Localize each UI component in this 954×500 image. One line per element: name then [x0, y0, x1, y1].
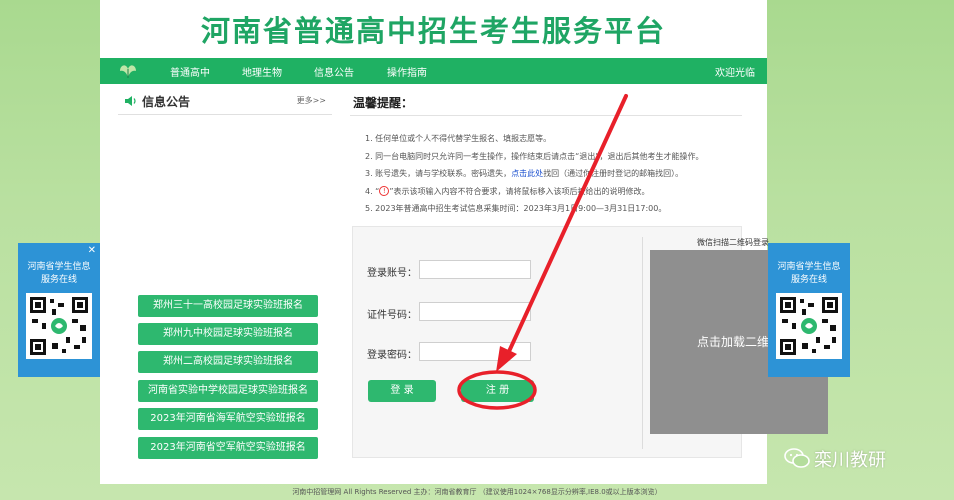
tips-list: 1. 任何单位或个人不得代替学生报名、填报志愿等。 2. 同一台电脑同时只允许同… [365, 130, 755, 218]
main-page: 河南省普通高中招生考生服务平台 普通高中 地理生物 信息公告 操作指南 欢迎光临… [100, 0, 828, 484]
nav-item-caozuo-zhinan[interactable]: 操作指南 [387, 64, 427, 79]
site-title: 河南省普通高中招生考生服务平台 [200, 14, 666, 48]
float-left-text: 河南省学生信息 服务在线 [18, 261, 100, 287]
welcome-text: 欢迎光临 [715, 68, 755, 79]
tip-line-4-prefix: 4. “ [365, 186, 380, 196]
footer-text: 河南中招管理网 All Rights Reserved 主办：河南省教育厅 （建… [292, 488, 662, 496]
side-button-experimental-football[interactable]: 河南省实验中学校园足球实验班报名 [138, 380, 318, 402]
panel-divider [642, 237, 643, 449]
news-title: 信息公告 [142, 95, 191, 109]
top-navbar: 普通高中 地理生物 信息公告 操作指南 欢迎光临 [100, 58, 767, 84]
tip-line-1: 1. 任何单位或个人不得代替学生报名、填报志愿等。 [365, 134, 552, 143]
leaf-logo-icon [120, 65, 136, 78]
tip-line-4-text: ”表示该项输入内容不符合要求，请将鼠标移入该项后按给出的说明修改。 [389, 186, 650, 196]
account-input[interactable] [419, 260, 531, 279]
news-more-link[interactable]: 更多>> [297, 95, 326, 106]
tip-line-4: 4. “! ”表示该项输入内容不符合要求，请将鼠标移入该项后按给出的说明修改。 [365, 183, 755, 201]
password-recovery-link[interactable]: 点击此处 [511, 169, 543, 178]
wechat-icon [784, 448, 810, 468]
float-left-line2: 服务在线 [40, 275, 77, 285]
speaker-icon [125, 96, 136, 106]
float-card-left: ✕ 河南省学生信息 服务在线 [18, 243, 100, 377]
float-left-line1: 河南省学生信息 [27, 262, 91, 272]
tip-line-5: 5. 2023年普通高中招生考试信息采集时间：2023年3月1日9:00—3月3… [365, 204, 667, 213]
qr-code-icon[interactable] [26, 293, 92, 359]
tip-line-3-suffix: 找回（通过你注册时登记的邮箱找回）。 [543, 169, 684, 178]
nav-item-gaozhong[interactable]: 普通高中 [170, 64, 210, 79]
password-label: 登录密码： [367, 350, 417, 361]
tip-line-3: 3. 账号遗失，请与学校联系。密码遗失，点击此处找回（通过你注册时登记的邮箱找回… [365, 165, 755, 183]
tip-line-3-text: 3. 账号遗失，请与学校联系。密码遗失， [365, 169, 512, 178]
side-button-navy-aviation[interactable]: 2023年河南省海军航空实验班报名 [138, 408, 318, 430]
tip-line-2: 2. 同一台电脑同时只允许同一考生操作，操作结束后请点击“退出”，退出后其他考生… [365, 151, 704, 161]
side-button-airforce-aviation[interactable]: 2023年河南省空军航空实验班报名 [138, 437, 318, 459]
id-number-input[interactable] [419, 302, 531, 321]
account-label: 登录账号： [367, 268, 417, 279]
id-number-label: 证件号码： [367, 310, 417, 321]
register-button[interactable]: 注 册 [461, 380, 534, 402]
warning-icon: ! [379, 186, 390, 196]
news-header: 信息公告 更多>> [118, 93, 332, 115]
qr-code-icon[interactable] [776, 293, 842, 359]
float-right-text: 河南省学生信息 服务在线 [768, 261, 850, 287]
float-right-line1: 河南省学生信息 [777, 262, 841, 272]
tips-header: 温馨提醒： [350, 92, 742, 116]
side-button-zz2-football[interactable]: 郑州二高校园足球实验班报名 [138, 351, 318, 373]
close-icon[interactable]: ✕ [88, 245, 96, 256]
login-button[interactable]: 登 录 [368, 380, 436, 402]
float-card-right: 河南省学生信息 服务在线 [768, 243, 850, 377]
tips-title: 温馨提醒： [353, 96, 414, 110]
side-button-zz9-football[interactable]: 郑州九中校园足球实验班报名 [138, 323, 318, 345]
nav-item-xinxi-gonggao[interactable]: 信息公告 [314, 64, 354, 79]
side-button-zz31-football[interactable]: 郑州三十一高校园足球实验班报名 [138, 295, 318, 317]
watermark-text: 栾川教研 [814, 450, 886, 471]
nav-item-dili-shengwu[interactable]: 地理生物 [242, 64, 282, 79]
float-right-line2: 服务在线 [790, 275, 827, 285]
password-input[interactable] [419, 342, 531, 361]
login-panel: 登录账号： 证件号码： 登录密码： 登 录 注 册 微信扫描二维码登录 点击加载… [352, 226, 828, 458]
